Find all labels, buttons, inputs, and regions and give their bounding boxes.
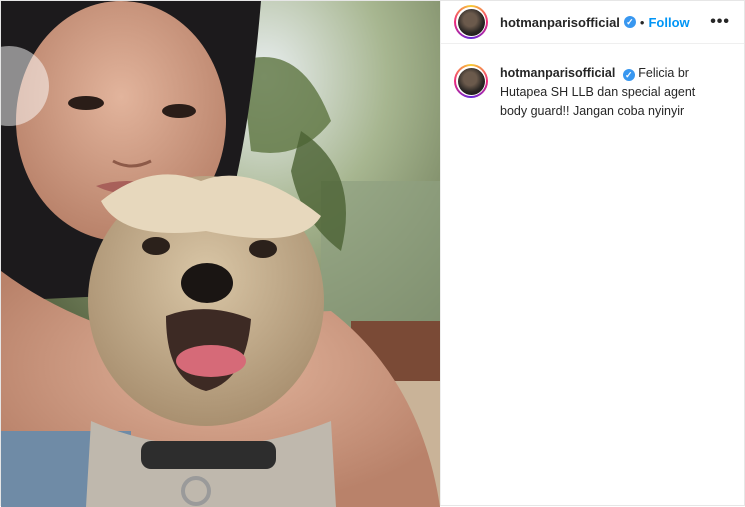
photo-woman-with-dog: [1, 1, 440, 507]
separator-dot: •: [639, 14, 645, 30]
follow-button[interactable]: Follow: [648, 15, 689, 30]
verified-badge-icon: ✓: [623, 16, 636, 28]
caption-avatar-image: [457, 67, 485, 95]
username-link[interactable]: hotmanparisofficial: [500, 15, 620, 30]
caption-avatar-frame: [456, 66, 486, 96]
avatar-image: [457, 8, 485, 36]
caption-verified-badge-icon: ✓: [622, 69, 635, 81]
avatar[interactable]: [454, 5, 488, 39]
instagram-post: hotmanparisofficial ✓ • Follow ••• hotma…: [0, 0, 745, 507]
post-header: hotmanparisofficial ✓ • Follow •••: [441, 1, 744, 44]
post-caption: hotmanparisofficial ✓ Felicia br Hutapea…: [441, 44, 744, 121]
caption-text: hotmanparisofficial ✓ Felicia br Hutapea…: [500, 64, 720, 121]
caption-username-link[interactable]: hotmanparisofficial: [500, 66, 615, 80]
caption-avatar[interactable]: [454, 64, 488, 98]
avatar-frame: [456, 7, 486, 37]
post-sidebar: hotmanparisofficial ✓ • Follow ••• hotma…: [440, 1, 744, 505]
more-options-icon[interactable]: •••: [710, 13, 730, 31]
post-photo[interactable]: [1, 1, 440, 507]
